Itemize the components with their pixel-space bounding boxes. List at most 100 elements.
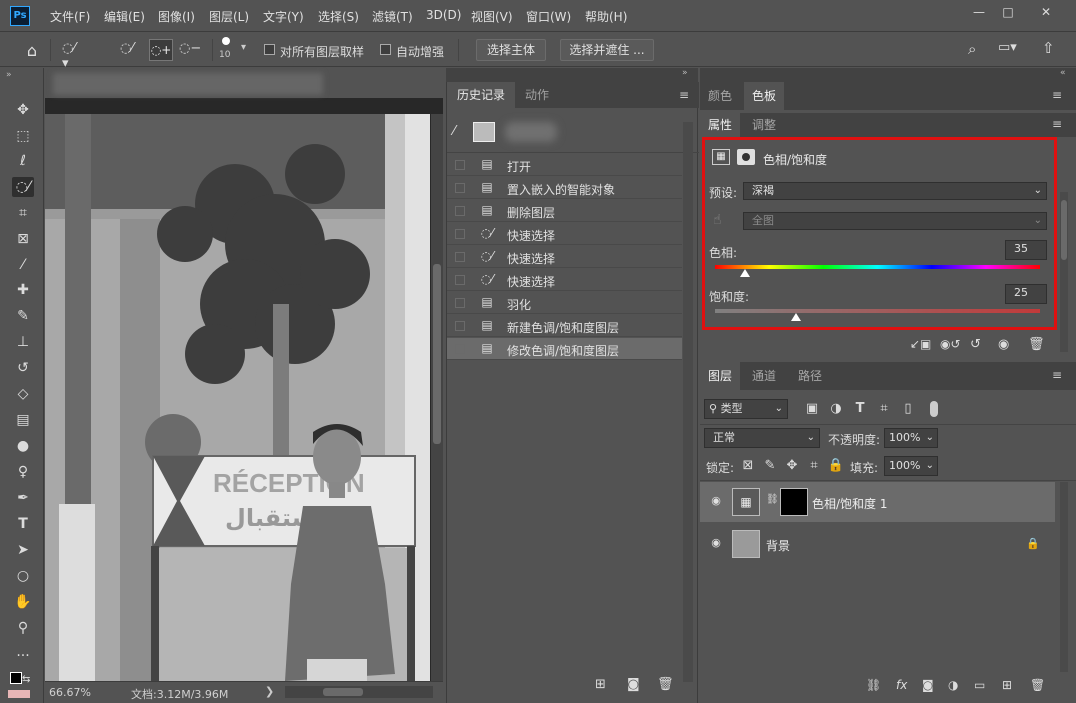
history-state-checkbox[interactable] xyxy=(455,298,465,308)
filter-pixel-icon[interactable]: ▣ xyxy=(802,400,822,418)
trash-icon[interactable]: 🗑 xyxy=(1028,337,1045,352)
auto-enhance-checkbox[interactable] xyxy=(380,44,391,55)
menu-edit[interactable]: 编辑(E) xyxy=(104,8,145,25)
filter-smart-object-icon[interactable]: ▯ xyxy=(898,400,918,418)
menu-window[interactable]: 窗口(W) xyxy=(526,8,571,25)
filter-toggle-switch[interactable] xyxy=(930,401,938,417)
history-item[interactable]: ▤ 置入嵌入的智能对象 xyxy=(447,177,682,199)
healing-brush-tool-icon[interactable]: ✚ xyxy=(12,280,34,300)
layer-name[interactable]: 背景 xyxy=(766,537,790,554)
lock-artboard-icon[interactable]: ⌗ xyxy=(804,457,824,475)
menu-view[interactable]: 视图(V) xyxy=(471,8,513,25)
workspace-icon[interactable]: ▭▾ xyxy=(998,40,1026,58)
history-state-checkbox[interactable] xyxy=(455,229,465,239)
maximize-button[interactable]: □ xyxy=(994,3,1022,21)
view-previous-state-icon[interactable]: ◉↺ xyxy=(940,337,961,351)
history-item[interactable]: ▤ 羽化 xyxy=(447,292,682,314)
trash-icon[interactable]: 🗑 xyxy=(1030,678,1045,692)
eyedropper-tool-icon[interactable]: ⁄ xyxy=(12,255,34,275)
saturation-slider-thumb[interactable] xyxy=(791,313,801,321)
clip-to-layer-icon[interactable]: ↙▣ xyxy=(910,337,931,351)
mask-icon[interactable] xyxy=(737,149,755,165)
layer-name[interactable]: 色相/饱和度 1 xyxy=(812,495,888,512)
menu-3d[interactable]: 3D(D) xyxy=(426,8,461,22)
saturation-input[interactable]: 25 xyxy=(1005,284,1047,304)
channel-dropdown[interactable]: 全图 ⌄ xyxy=(743,212,1047,230)
history-state-checkbox[interactable] xyxy=(455,275,465,285)
zoom-level[interactable]: 66.67% xyxy=(49,686,91,699)
brush-size-dot[interactable] xyxy=(222,37,230,45)
layers-panel-menu-icon[interactable]: ≡ xyxy=(1052,368,1062,382)
eraser-tool-icon[interactable]: ◇ xyxy=(12,384,34,404)
tab-paths[interactable]: 路径 xyxy=(790,362,830,390)
new-group-icon[interactable]: ▭ xyxy=(974,678,985,692)
sample-all-layers-checkbox[interactable] xyxy=(264,44,275,55)
history-state-checkbox[interactable] xyxy=(455,344,465,354)
history-state-checkbox[interactable] xyxy=(455,160,465,170)
menu-layer[interactable]: 图层(L) xyxy=(209,8,249,25)
dock-arrows-icon[interactable]: » xyxy=(682,68,688,78)
layer-mask-thumbnail[interactable] xyxy=(780,488,808,516)
visibility-eye-icon[interactable]: ◉ xyxy=(708,494,724,508)
subtract-selection-icon[interactable]: ◌− xyxy=(179,41,201,59)
adjustment-layer-icon[interactable]: ▦ xyxy=(712,149,730,165)
quick-select-preset-icon[interactable]: ◌⁄ ▾ xyxy=(62,41,86,71)
search-icon[interactable]: ⌕ xyxy=(968,40,986,58)
image-canvas[interactable]: RÉCEPTION استقبال xyxy=(45,114,430,681)
targeted-adjustment-hand-icon[interactable]: ☝ xyxy=(713,212,722,228)
lock-transparent-icon[interactable]: ⊠ xyxy=(738,457,758,475)
vscroll-thumb[interactable] xyxy=(433,264,441,444)
tab-channels[interactable]: 通道 xyxy=(744,362,784,390)
document-tab[interactable] xyxy=(45,68,443,98)
zoom-tool-icon[interactable]: ⚲ xyxy=(12,618,34,638)
history-scrollbar[interactable] xyxy=(683,122,693,682)
select-subject-button[interactable]: 选择主体 xyxy=(476,39,546,61)
quick-mask-icon[interactable] xyxy=(8,690,30,698)
crop-tool-icon[interactable]: ⌗ xyxy=(12,203,34,223)
opacity-input[interactable]: 100% ⌄ xyxy=(884,428,938,448)
dodge-tool-icon[interactable]: ♀ xyxy=(12,462,34,482)
history-state-checkbox[interactable] xyxy=(455,252,465,262)
link-chain-icon[interactable]: ⛓ xyxy=(766,494,779,505)
tab-properties[interactable]: 属性 xyxy=(700,113,741,137)
history-item[interactable]: ◌⁄ 快速选择 xyxy=(447,269,682,291)
tab-actions[interactable]: 动作 xyxy=(515,82,559,108)
tab-adjustments[interactable]: 调整 xyxy=(744,113,784,137)
dock-arrows-icon[interactable]: « xyxy=(1060,68,1066,78)
visibility-eye-icon[interactable]: ◉ xyxy=(708,536,724,550)
lock-image-icon[interactable]: ✎ xyxy=(760,457,780,475)
close-button[interactable]: ✕ xyxy=(1032,3,1060,21)
properties-scrollbar[interactable] xyxy=(1060,192,1068,352)
history-item[interactable]: ◌⁄ 快速选择 xyxy=(447,223,682,245)
home-icon[interactable]: ⌂ xyxy=(22,41,42,60)
link-layers-icon[interactable]: ⛓ xyxy=(866,678,881,692)
minimize-button[interactable]: — xyxy=(965,3,993,21)
hand-tool-icon[interactable]: ✋ xyxy=(12,592,34,612)
select-and-mask-button[interactable]: 选择并遮住 ... xyxy=(560,39,654,61)
layer-row-selected[interactable]: ◉ ▦ ⛓ 色相/饱和度 1 xyxy=(700,482,1055,522)
blend-mode-dropdown[interactable]: 正常 ⌄ xyxy=(704,428,820,448)
history-item[interactable]: ▤ 删除图层 xyxy=(447,200,682,222)
type-tool-icon[interactable]: T xyxy=(12,514,34,534)
trash-icon[interactable]: 🗑 xyxy=(657,677,674,692)
status-menu-arrow[interactable]: ❯ xyxy=(265,685,274,698)
history-brush-tool-icon[interactable]: ↺ xyxy=(12,358,34,378)
menu-filter[interactable]: 滤镜(T) xyxy=(372,8,413,25)
lasso-tool-icon[interactable]: ℓ xyxy=(12,151,34,171)
menu-help[interactable]: 帮助(H) xyxy=(585,8,627,25)
filter-type-icon[interactable]: T xyxy=(850,400,870,418)
swap-colors-icon[interactable]: ⇆ xyxy=(22,674,30,685)
history-item[interactable]: ▤ 新建色调/饱和度图层 xyxy=(447,315,682,337)
ellipse-tool-icon[interactable]: ○ xyxy=(12,566,34,586)
history-panel-menu-icon[interactable]: ≡ xyxy=(679,88,689,102)
quick-select-tool-icon[interactable]: ◌⁄ xyxy=(12,177,34,197)
hue-input[interactable]: 35 xyxy=(1005,240,1047,260)
new-adjustment-icon[interactable]: ◑ xyxy=(948,678,958,692)
brush-dropdown-icon[interactable]: ▾ xyxy=(241,42,246,53)
layer-row[interactable]: ◉ 背景 🔒 xyxy=(700,524,1055,564)
history-item-selected[interactable]: ▤ 修改色调/饱和度图层 xyxy=(447,338,682,360)
fill-input[interactable]: 100% ⌄ xyxy=(884,456,938,476)
snapshot-camera-icon[interactable]: ◙ xyxy=(627,677,640,692)
add-mask-icon[interactable]: ◙ xyxy=(922,678,934,692)
collapse-arrows-icon[interactable]: » xyxy=(6,70,12,80)
